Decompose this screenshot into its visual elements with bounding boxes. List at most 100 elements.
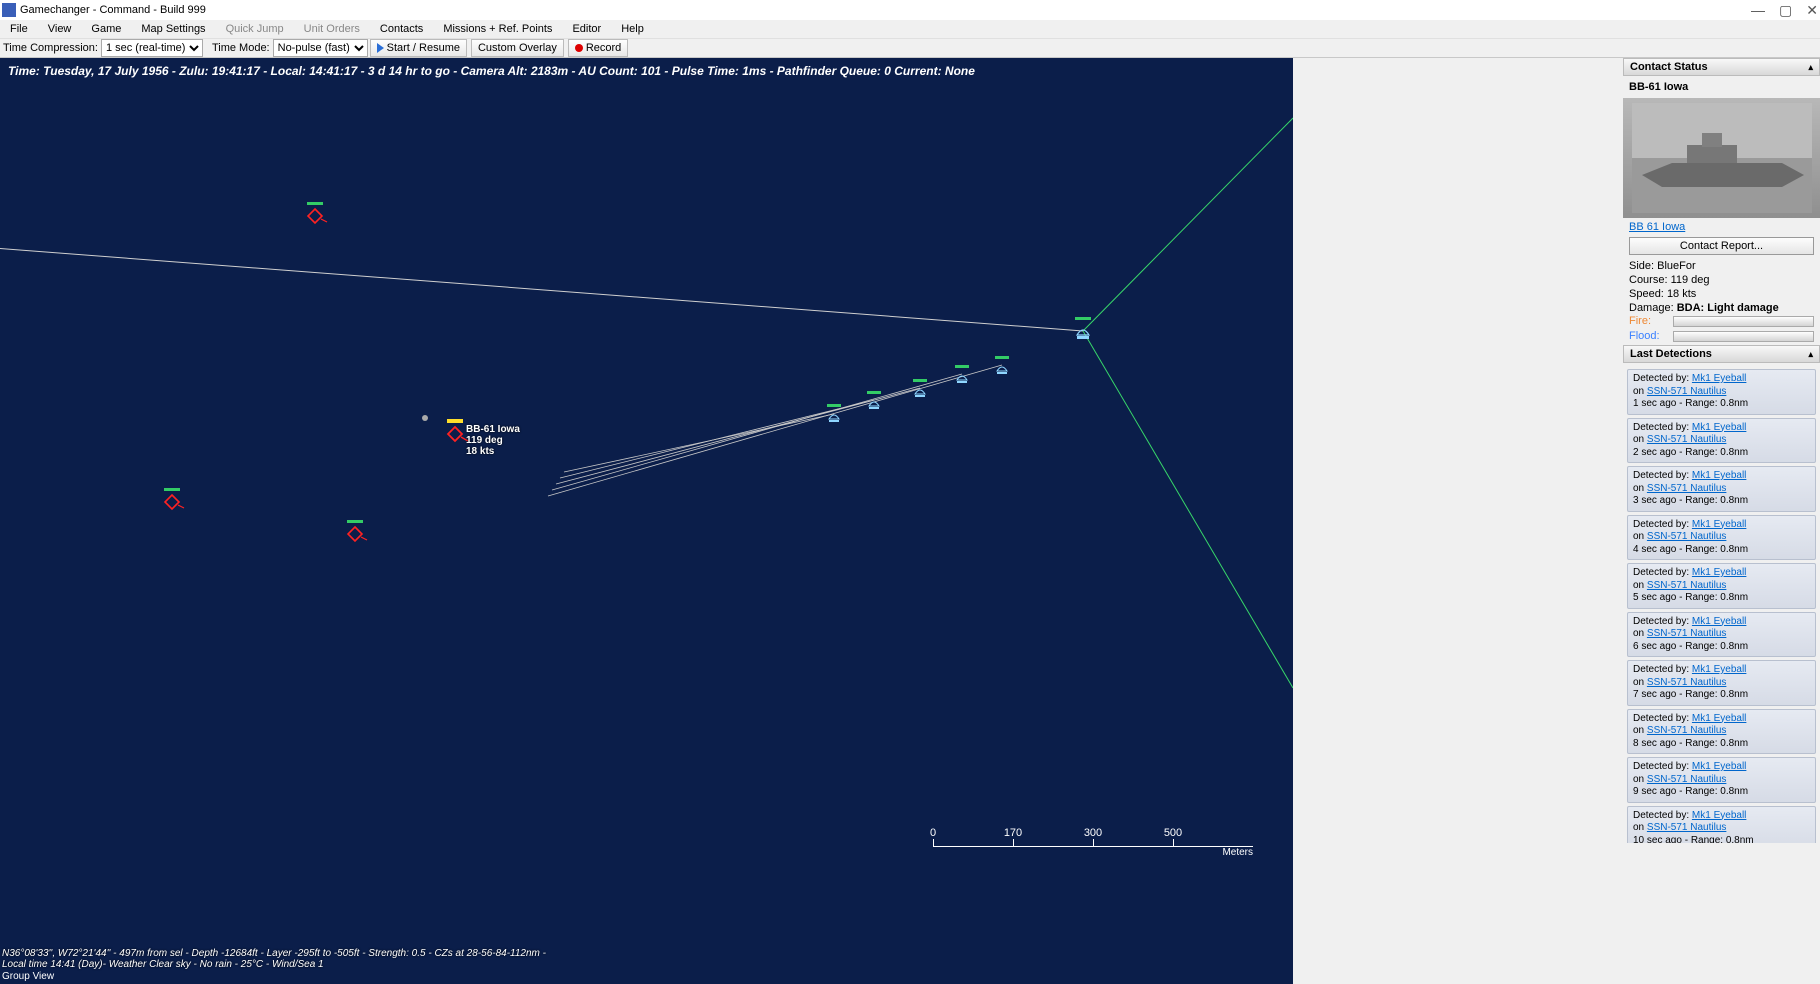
detection-item[interactable]: Detected by: Mk1 Eyeballon SSN-571 Nauti… <box>1627 757 1816 803</box>
geo-line-1: N36°08'33'', W72°21'44'' - 497m from sel… <box>2 948 546 959</box>
platform-link[interactable]: SSN-571 Nautilus <box>1647 434 1726 445</box>
last-detections-title: Last Detections <box>1630 348 1712 360</box>
platform-link[interactable]: SSN-571 Nautilus <box>1647 483 1726 494</box>
maximize-button[interactable]: ▢ <box>1779 2 1792 19</box>
scale-unit: Meters <box>933 847 1253 858</box>
record-icon <box>575 44 583 52</box>
geo-line-2: Local time 14:41 (Day)- Weather Clear sk… <box>2 959 546 970</box>
selected-unit-iowa <box>447 419 468 441</box>
start-resume-button[interactable]: Start / Resume <box>370 39 467 57</box>
platform-link[interactable]: SSN-571 Nautilus <box>1647 628 1726 639</box>
course-label: Course: <box>1629 274 1668 286</box>
sensor-link[interactable]: Mk1 Eyeball <box>1692 810 1746 821</box>
collapse-icon[interactable]: ▴ <box>1808 62 1813 73</box>
platform-link[interactable]: SSN-571 Nautilus <box>1647 386 1726 397</box>
map-viewport[interactable]: BB-61 Iowa 119 deg 18 kts Time: Tuesday,… <box>0 58 1293 984</box>
time-mode-label: Time Mode: <box>209 42 273 54</box>
sensor-link[interactable]: Mk1 Eyeball <box>1692 567 1746 578</box>
side-value: BlueFor <box>1657 260 1696 272</box>
sensor-link[interactable]: Mk1 Eyeball <box>1692 616 1746 627</box>
time-compression-label: Time Compression: <box>0 42 101 54</box>
detection-item[interactable]: Detected by: Mk1 Eyeballon SSN-571 Nauti… <box>1627 660 1816 706</box>
side-label: Side: <box>1629 260 1654 272</box>
platform-link[interactable]: SSN-571 Nautilus <box>1647 774 1726 785</box>
right-panel: Contact Status ▴ BB-61 Iowa BB 61 Iowa C… <box>1623 58 1820 984</box>
time-info-text: Time: Tuesday, 17 July 1956 - Zulu: 19:4… <box>8 64 975 78</box>
course-value: 119 deg <box>1671 274 1710 286</box>
record-label: Record <box>586 42 621 54</box>
sensor-link[interactable]: Mk1 Eyeball <box>1692 713 1746 724</box>
detection-item[interactable]: Detected by: Mk1 Eyeballon SSN-571 Nauti… <box>1627 466 1816 512</box>
platform-link[interactable]: SSN-571 Nautilus <box>1647 677 1726 688</box>
main-area: BB-61 Iowa 119 deg 18 kts Time: Tuesday,… <box>0 58 1820 984</box>
sensor-link[interactable]: Mk1 Eyeball <box>1692 519 1746 530</box>
sensor-link[interactable]: Mk1 Eyeball <box>1692 422 1746 433</box>
platform-link[interactable]: SSN-571 Nautilus <box>1647 822 1726 833</box>
contact-image <box>1623 98 1820 218</box>
menu-map-settings[interactable]: Map Settings <box>131 21 215 37</box>
group-view-label: Group View <box>2 971 54 982</box>
menu-unit-orders: Unit Orders <box>294 21 370 37</box>
detection-item[interactable]: Detected by: Mk1 Eyeballon SSN-571 Nauti… <box>1627 612 1816 658</box>
selected-unit-name: BB-61 Iowa <box>466 424 520 435</box>
flood-label: Flood: <box>1629 330 1669 342</box>
sensor-link[interactable]: Mk1 Eyeball <box>1692 664 1746 675</box>
menu-bar: FileViewGameMap SettingsQuick JumpUnit O… <box>0 20 1820 38</box>
minimize-button[interactable]: — <box>1751 2 1765 18</box>
contact-status-title: Contact Status <box>1630 61 1708 73</box>
menu-view[interactable]: View <box>38 21 82 37</box>
damage-value: BDA: Light damage <box>1677 302 1779 314</box>
platform-link[interactable]: SSN-571 Nautilus <box>1647 725 1726 736</box>
menu-missions-ref-points[interactable]: Missions + Ref. Points <box>433 21 562 37</box>
detection-item[interactable]: Detected by: Mk1 Eyeballon SSN-571 Nauti… <box>1627 418 1816 464</box>
speed-label: Speed: <box>1629 288 1664 300</box>
time-info-bar: Time: Tuesday, 17 July 1956 - Zulu: 19:4… <box>0 58 1293 84</box>
fire-bar <box>1673 316 1814 327</box>
friendly-unit-right <box>1075 317 1091 339</box>
detection-item[interactable]: Detected by: Mk1 Eyeballon SSN-571 Nauti… <box>1627 709 1816 755</box>
menu-editor[interactable]: Editor <box>562 21 611 37</box>
hostile-unit-2 <box>164 488 184 509</box>
sensor-link[interactable]: Mk1 Eyeball <box>1692 373 1746 384</box>
selected-unit-course: 119 deg <box>466 435 520 446</box>
custom-overlay-button[interactable]: Custom Overlay <box>471 39 564 57</box>
hostile-unit-1 <box>307 202 327 223</box>
collapse-icon[interactable]: ▴ <box>1808 349 1813 360</box>
menu-file[interactable]: File <box>0 21 38 37</box>
sensor-link[interactable]: Mk1 Eyeball <box>1692 761 1746 772</box>
menu-quick-jump: Quick Jump <box>216 21 294 37</box>
scale-tick: 0 <box>893 827 973 839</box>
sensor-link[interactable]: Mk1 Eyeball <box>1692 470 1746 481</box>
contact-db-link[interactable]: BB 61 Iowa <box>1629 221 1685 233</box>
detections-list[interactable]: Detected by: Mk1 Eyeballon SSN-571 Nauti… <box>1623 363 1820 843</box>
time-compression-select[interactable]: 1 sec (real-time) <box>101 39 203 57</box>
map-scale: 0170300500 Meters <box>933 827 1253 858</box>
detection-item[interactable]: Detected by: Mk1 Eyeballon SSN-571 Nauti… <box>1627 515 1816 561</box>
time-mode-select[interactable]: No-pulse (fast) <box>273 39 368 57</box>
damage-label: Damage: <box>1629 302 1674 314</box>
app-icon <box>2 3 16 17</box>
menu-help[interactable]: Help <box>611 21 654 37</box>
record-button[interactable]: Record <box>568 39 628 57</box>
title-bar: Gamechanger - Command - Build 999 — ▢ ✕ <box>0 0 1820 20</box>
custom-overlay-label: Custom Overlay <box>478 42 557 54</box>
scale-tick: 300 <box>1053 827 1133 839</box>
platform-link[interactable]: SSN-571 Nautilus <box>1647 531 1726 542</box>
detection-item[interactable]: Detected by: Mk1 Eyeballon SSN-571 Nauti… <box>1627 563 1816 609</box>
menu-game[interactable]: Game <box>81 21 131 37</box>
start-resume-label: Start / Resume <box>387 42 460 54</box>
contact-report-button[interactable]: Contact Report... <box>1629 237 1814 255</box>
last-detections-header[interactable]: Last Detections ▴ <box>1623 345 1820 363</box>
close-button[interactable]: ✕ <box>1806 2 1818 19</box>
hostile-unit-3 <box>347 520 367 541</box>
menu-contacts[interactable]: Contacts <box>370 21 433 37</box>
detection-item[interactable]: Detected by: Mk1 Eyeballon SSN-571 Nauti… <box>1627 369 1816 415</box>
scale-tick: 500 <box>1133 827 1213 839</box>
detection-item[interactable]: Detected by: Mk1 Eyeballon SSN-571 Nauti… <box>1627 806 1816 844</box>
contact-status-header[interactable]: Contact Status ▴ <box>1623 58 1820 76</box>
window-title: Gamechanger - Command - Build 999 <box>20 4 206 16</box>
flood-bar <box>1673 331 1814 342</box>
platform-link[interactable]: SSN-571 Nautilus <box>1647 580 1726 591</box>
cursor-geo-status: N36°08'33'', W72°21'44'' - 497m from sel… <box>2 948 546 970</box>
toolbar: Time Compression: 1 sec (real-time) Time… <box>0 38 1820 58</box>
